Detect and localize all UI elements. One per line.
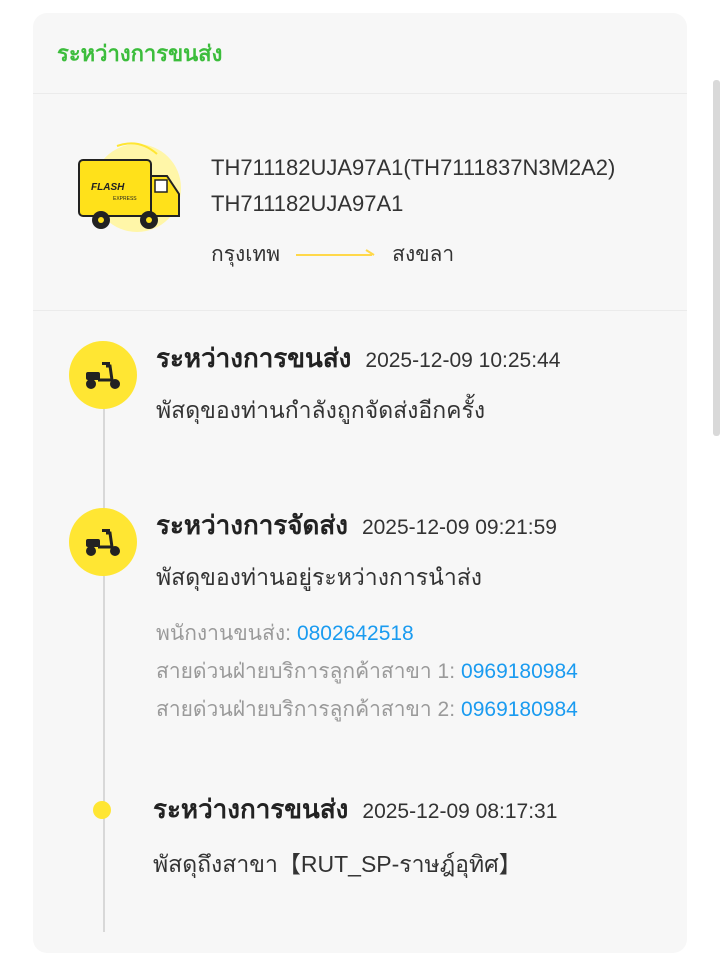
phone-link[interactable]: 0802642518 xyxy=(297,622,414,645)
flash-delivery-truck-icon: FLASH EXPRESS xyxy=(78,142,181,232)
contact-hotline-2: สายด่วนฝ่ายบริการลูกค้าสาขา 2: 0969180984 xyxy=(156,693,578,726)
tracking-number-primary: TH711182UJA97A1(TH7111837N3M2A2) xyxy=(211,155,616,180)
event-time: 2025-12-09 08:17:31 xyxy=(362,800,558,823)
page-title: ระหว่างการขนส่ง xyxy=(57,40,223,66)
event-status: ระหว่างการจัดส่ง xyxy=(156,510,348,540)
timeline-dot xyxy=(93,801,111,819)
contact-label: สายด่วนฝ่ายบริการลูกค้าสาขา 2: xyxy=(156,698,456,721)
event-header: ระหว่างการขนส่ง 2025-12-09 08:17:31 xyxy=(153,789,557,830)
scrollbar[interactable] xyxy=(713,80,720,436)
scooter-icon xyxy=(69,341,137,409)
event-time: 2025-12-09 09:21:59 xyxy=(361,516,557,539)
event-description: พัสดุของท่านกำลังถูกจัดส่งอีกครั้ง xyxy=(156,397,486,423)
contact-courier: พนักงานขนส่ง: 0802642518 xyxy=(156,617,414,650)
phone-link[interactable]: 0969180984 xyxy=(461,698,578,721)
timeline-line xyxy=(103,370,105,932)
scooter-icon xyxy=(69,508,137,576)
phone-link[interactable]: 0969180984 xyxy=(461,660,578,683)
event-time: 2025-12-09 10:25:44 xyxy=(365,349,561,372)
event-header: ระหว่างการขนส่ง 2025-12-09 10:25:44 xyxy=(156,338,560,379)
arrow-right-icon xyxy=(296,248,375,256)
contact-label: พนักงานขนส่ง: xyxy=(156,622,291,645)
svg-text:EXPRESS: EXPRESS xyxy=(113,196,137,202)
event-status: ระหว่างการขนส่ง xyxy=(153,794,349,824)
tracking-number-secondary: TH711182UJA97A1 xyxy=(211,191,404,216)
event-description: พัสดุถึงสาขา【RUT_SP-ราษฎ์อุทิศ】 xyxy=(153,851,522,877)
contact-label: สายด่วนฝ่ายบริการลูกค้าสาขา 1: xyxy=(156,660,456,683)
shipment-summary: FLASH EXPRESS TH711182UJA97A1(TH7111837N… xyxy=(33,94,687,311)
contact-hotline-1: สายด่วนฝ่ายบริการลูกค้าสาขา 1: 0969180984 xyxy=(156,655,578,688)
destination-city: สงขลา xyxy=(392,243,455,266)
event-header: ระหว่างการจัดส่ง 2025-12-09 09:21:59 xyxy=(156,505,557,546)
event-status: ระหว่างการขนส่ง xyxy=(156,343,352,373)
origin-city: กรุงเทพ xyxy=(211,243,281,266)
route: กรุงเทพ สงขลา xyxy=(211,238,454,271)
event-description: พัสดุของท่านอยู่ระหว่างการนำส่ง xyxy=(156,564,483,590)
card-header: ระหว่างการขนส่ง xyxy=(33,13,687,94)
svg-text:FLASH: FLASH xyxy=(91,182,125,193)
tracking-numbers: TH711182UJA97A1(TH7111837N3M2A2) TH71118… xyxy=(211,150,615,222)
